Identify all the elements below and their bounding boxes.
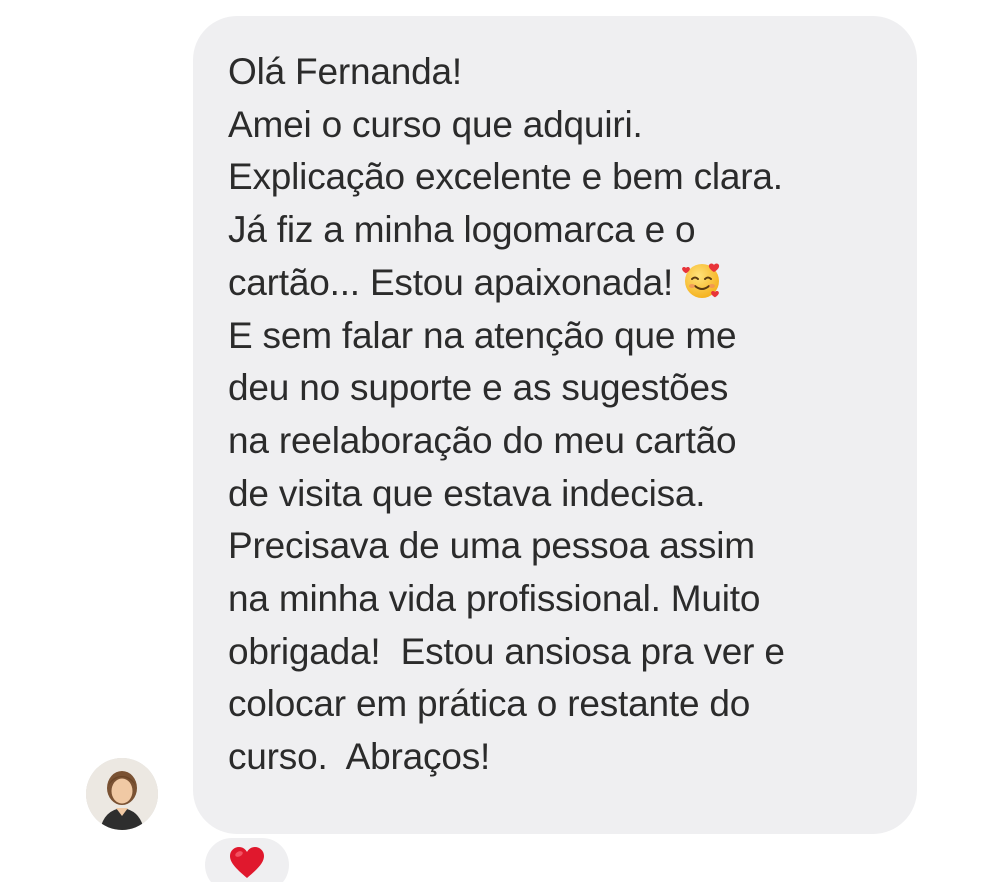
red-heart-icon xyxy=(230,847,264,878)
message-line-14: curso. Abraços! xyxy=(228,736,491,778)
message-line-11: na minha vida profissional. Muito xyxy=(228,578,761,620)
message-line-6: E sem falar na atenção que me xyxy=(228,314,737,356)
message-line-9: de visita que estava indecisa. xyxy=(228,472,706,514)
message-line-8: na reelaboração do meu cartão xyxy=(228,419,737,461)
message-line-5-row: cartão... Estou apaixonada! xyxy=(228,257,917,310)
message-line-12: obrigada! Estou ansiosa pra ver e xyxy=(228,630,785,672)
message-line-13: colocar em prática o restante do xyxy=(228,683,751,725)
smiling-face-with-hearts-icon xyxy=(681,259,723,301)
message-line-7: deu no suporte e as sugestões xyxy=(228,367,729,409)
message-line-1: Olá Fernanda! xyxy=(228,51,462,92)
message-line-4: Já fiz a minha logomarca e o xyxy=(228,209,696,251)
message-line-5: cartão... Estou apaixonada! xyxy=(228,261,674,303)
reaction-badge[interactable] xyxy=(205,838,289,882)
message-line-3: Explicação excelente e bem clara. xyxy=(228,156,783,198)
avatar-photo xyxy=(86,758,158,830)
avatar[interactable] xyxy=(86,758,158,830)
message-line-10: Precisava de uma pessoa assim xyxy=(228,525,755,567)
message-line-2: Amei o curso que adquiri. xyxy=(228,103,643,145)
message-bubble[interactable]: Olá Fernanda! Amei o curso que adquiri. … xyxy=(193,16,917,834)
